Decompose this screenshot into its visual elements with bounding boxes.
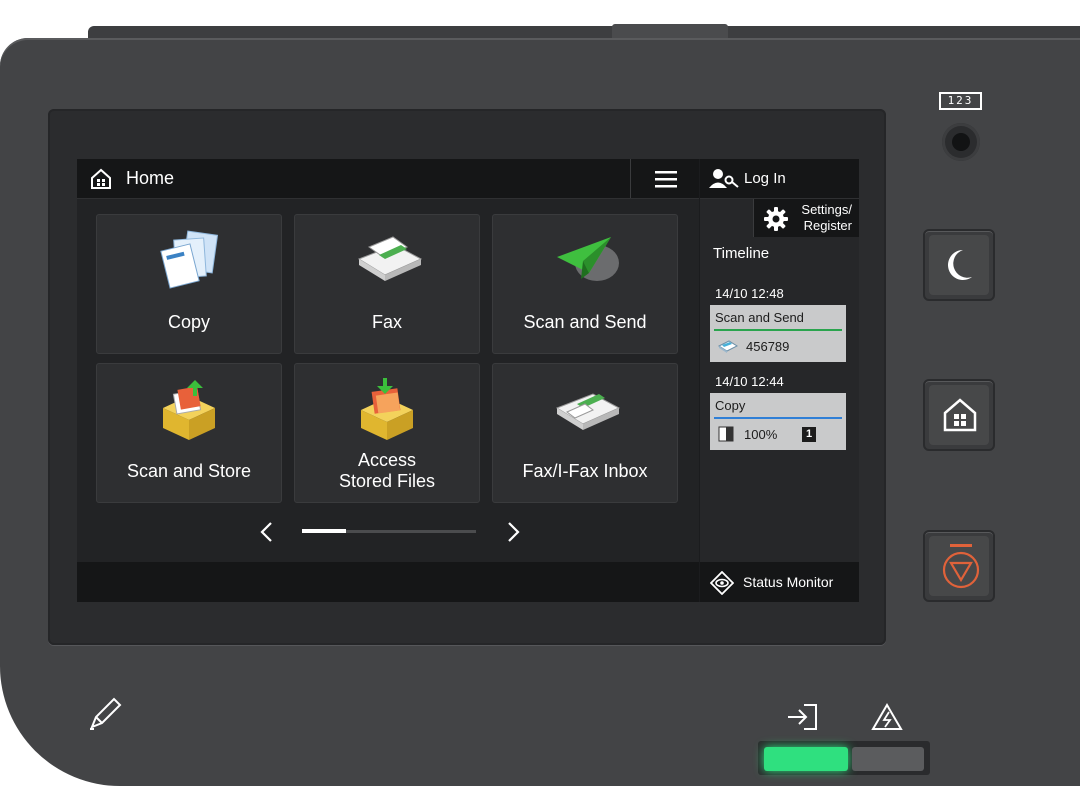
error-led (852, 747, 924, 771)
tile-scan-and-send[interactable]: Scan and Send (492, 214, 678, 354)
settings-label-line1: Settings/ (801, 202, 852, 217)
stored-files-icon (361, 378, 413, 440)
tile-fax-ifax-inbox[interactable]: Fax/I-Fax Inbox (492, 363, 678, 503)
home-key[interactable] (923, 379, 995, 451)
touch-screen: Home Copy Fax Scan and Send Scan and Sto… (77, 159, 859, 602)
settings-label: Settings/ Register (798, 202, 852, 234)
tile-label-line1: Access (357, 450, 417, 470)
side-panel: Log In Settings/ Register Timeline 14/10… (700, 159, 859, 602)
error-warning-icon (871, 703, 903, 730)
job-accent-line (714, 329, 842, 331)
tile-label: Copy (167, 312, 211, 332)
tile-label-line2: Stored Files (338, 471, 436, 491)
home-icon (943, 398, 977, 432)
stop-key[interactable] (923, 530, 995, 602)
job-name: Copy (715, 398, 746, 413)
scan-send-icon (557, 237, 619, 281)
job-value: 100% (744, 427, 778, 442)
status-monitor-label: Status Monitor (743, 574, 834, 590)
job-name: Scan and Send (715, 310, 804, 325)
bottom-bar (77, 562, 699, 602)
counter-check-label: 123 (939, 92, 982, 110)
scan-store-icon (163, 380, 215, 440)
tile-copy[interactable]: Copy (96, 214, 282, 354)
processing-data-led (764, 747, 848, 771)
login-button[interactable]: Log In (700, 159, 859, 199)
timeline-job-scan-send[interactable]: Scan and Send 456789 (710, 305, 846, 362)
processing-data-icon (788, 704, 817, 730)
timeline-title: Timeline (713, 245, 770, 262)
home-icon (91, 168, 111, 189)
moon-icon (948, 250, 972, 280)
page-right-chevron-icon[interactable] (503, 520, 523, 544)
function-tiles-area: Copy Fax Scan and Send Scan and Store Ac… (77, 199, 699, 562)
home-header: Home (77, 159, 699, 199)
job-accent-line (714, 417, 842, 419)
page-left-chevron-icon[interactable] (257, 520, 277, 544)
tile-label: Scan and Store (126, 461, 252, 481)
scan-send-small-icon (718, 340, 738, 353)
fax-inbox-icon (555, 393, 621, 430)
hamburger-menu-icon (655, 171, 677, 188)
tile-label: Fax/I-Fax Inbox (522, 461, 648, 481)
density-icon (718, 426, 734, 442)
status-monitor-eye-icon (710, 571, 734, 595)
settings-label-line2: Register (803, 218, 852, 233)
page-title: Home (126, 168, 175, 188)
tile-fax[interactable]: Fax (294, 214, 480, 354)
job-value: 456789 (746, 339, 790, 354)
job-time: 14/10 12:44 (715, 374, 784, 389)
fax-icon (357, 236, 423, 281)
settings-register-button[interactable]: Settings/ Register (753, 199, 859, 237)
copy-count-badge: 1 (802, 427, 816, 442)
tile-access-stored-files[interactable]: Access Stored Files (294, 363, 480, 503)
user-key-icon (709, 169, 739, 188)
status-monitor-button[interactable]: Status Monitor (700, 562, 859, 602)
tile-label: Scan and Send (523, 312, 647, 332)
page-indicator-thumb (302, 529, 346, 533)
job-time: 14/10 12:48 (715, 286, 784, 301)
timeline-job-copy[interactable]: Copy 100% 1 (710, 393, 846, 450)
tile-label: Fax (371, 312, 402, 332)
copy-icon (160, 230, 219, 289)
counter-check-button[interactable] (942, 123, 980, 161)
stop-icon (942, 544, 980, 589)
tile-scan-and-store[interactable]: Scan and Store (96, 363, 282, 503)
energy-saver-key[interactable] (923, 229, 995, 301)
login-label: Log In (744, 170, 786, 187)
menu-button[interactable] (630, 159, 700, 198)
pencil-icon (90, 697, 122, 730)
gear-icon (764, 207, 788, 231)
